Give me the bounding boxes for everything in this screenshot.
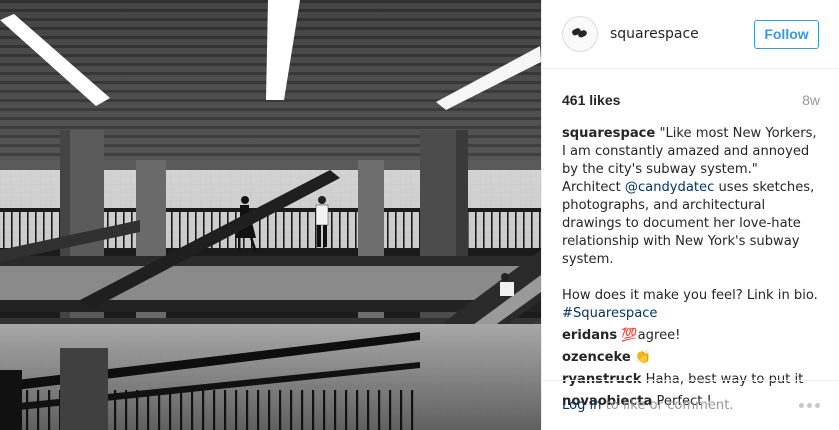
post-details-panel: squarespace Follow 461 likes 8w squaresp… [541, 0, 839, 430]
login-prompt: Log in to like or comment. [562, 398, 734, 413]
comment-item: ozenceke 👏 [562, 349, 819, 367]
squarespace-logo-icon [571, 26, 589, 42]
caption-username[interactable]: squarespace [562, 126, 655, 141]
post-meta: 461 likes 8w [542, 75, 839, 125]
avatar[interactable] [562, 16, 598, 52]
clapping-hands-emoji: 👏 [634, 350, 652, 365]
post-footer: Log in to like or comment. [542, 380, 839, 430]
post-photo[interactable] [0, 0, 541, 430]
post-age[interactable]: 8w [802, 92, 820, 108]
comment-username[interactable]: ozenceke [562, 350, 631, 365]
like-count[interactable]: 461 likes [562, 92, 620, 108]
post-header: squarespace Follow [542, 0, 839, 69]
comment-username[interactable]: eridans [562, 328, 617, 343]
login-link[interactable]: Log in [562, 398, 602, 413]
subway-photo-image [0, 0, 541, 430]
caption: squarespace "Like most New Yorkers, I am… [562, 125, 819, 323]
comments-list: squarespace "Like most New Yorkers, I am… [542, 125, 839, 411]
more-options-icon[interactable] [799, 403, 820, 408]
post-username[interactable]: squarespace [610, 26, 754, 42]
caption-mention[interactable]: @candydatec [625, 180, 714, 195]
login-prompt-text: to like or comment. [601, 398, 734, 413]
more-dot [815, 403, 820, 408]
follow-button[interactable]: Follow [754, 19, 819, 49]
caption-hashtag[interactable]: #Squarespace [562, 306, 657, 321]
more-dot [799, 403, 804, 408]
caption-question: How does it make you feel? Link in bio. [562, 288, 818, 303]
comment-text: agree! [637, 328, 681, 343]
instagram-post: squarespace Follow 461 likes 8w squaresp… [0, 0, 839, 430]
comment-emoji: 💯 [621, 328, 638, 343]
comment-item: eridans 💯agree! [562, 327, 819, 345]
more-dot [807, 403, 812, 408]
